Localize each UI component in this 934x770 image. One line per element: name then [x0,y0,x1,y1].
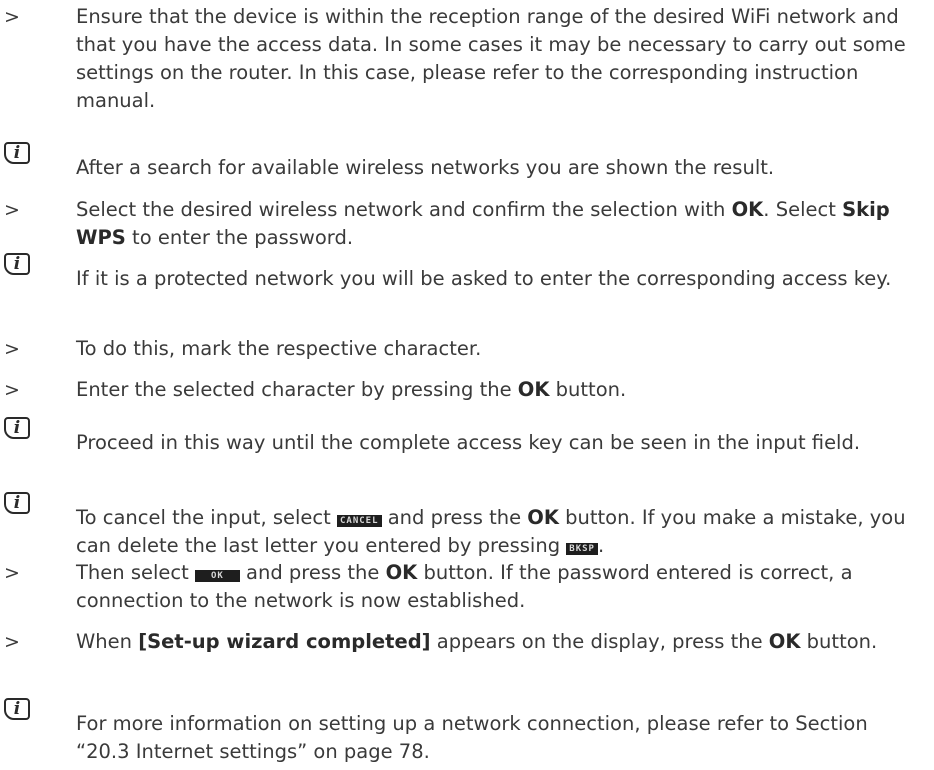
item-text: Then select OK and press the OK button. … [76,561,853,612]
item-text: After a search for available wireless ne… [76,156,775,179]
lcd-ok-button-image: OK [194,570,240,582]
item-text: Select the desired wireless network and … [76,198,890,249]
item-text: To cancel the input, select CANCEL and p… [76,506,906,557]
arrow-bullet: > [4,379,20,401]
info-icon: i [4,417,30,439]
info-icon: i [4,698,30,720]
item-text: To do this, mark the respective characte… [76,337,482,360]
info-icon: i [4,492,30,514]
item-text: Enter the selected character by pressing… [76,378,627,401]
info-icon: i [4,253,30,275]
item-text: For more information on setting up a net… [76,712,868,763]
arrow-bullet: > [4,6,20,28]
arrow-bullet: > [4,562,20,584]
item-text: Ensure that the device is within the rec… [76,5,906,112]
item-text: When [Set-up wizard completed] appears o… [76,630,878,653]
info-icon: i [4,142,30,164]
arrow-bullet: > [4,199,20,221]
arrow-bullet: > [4,631,20,653]
arrow-bullet: > [4,338,20,360]
instruction-page: > Ensure that the device is within the r… [0,0,934,770]
lcd-cancel-button-image: CANCEL [336,515,382,527]
item-text: If it is a protected network you will be… [76,267,892,290]
item-text: Proceed in this way until the complete a… [76,431,861,454]
lcd-backspace-button-image: BKSP [566,543,598,555]
